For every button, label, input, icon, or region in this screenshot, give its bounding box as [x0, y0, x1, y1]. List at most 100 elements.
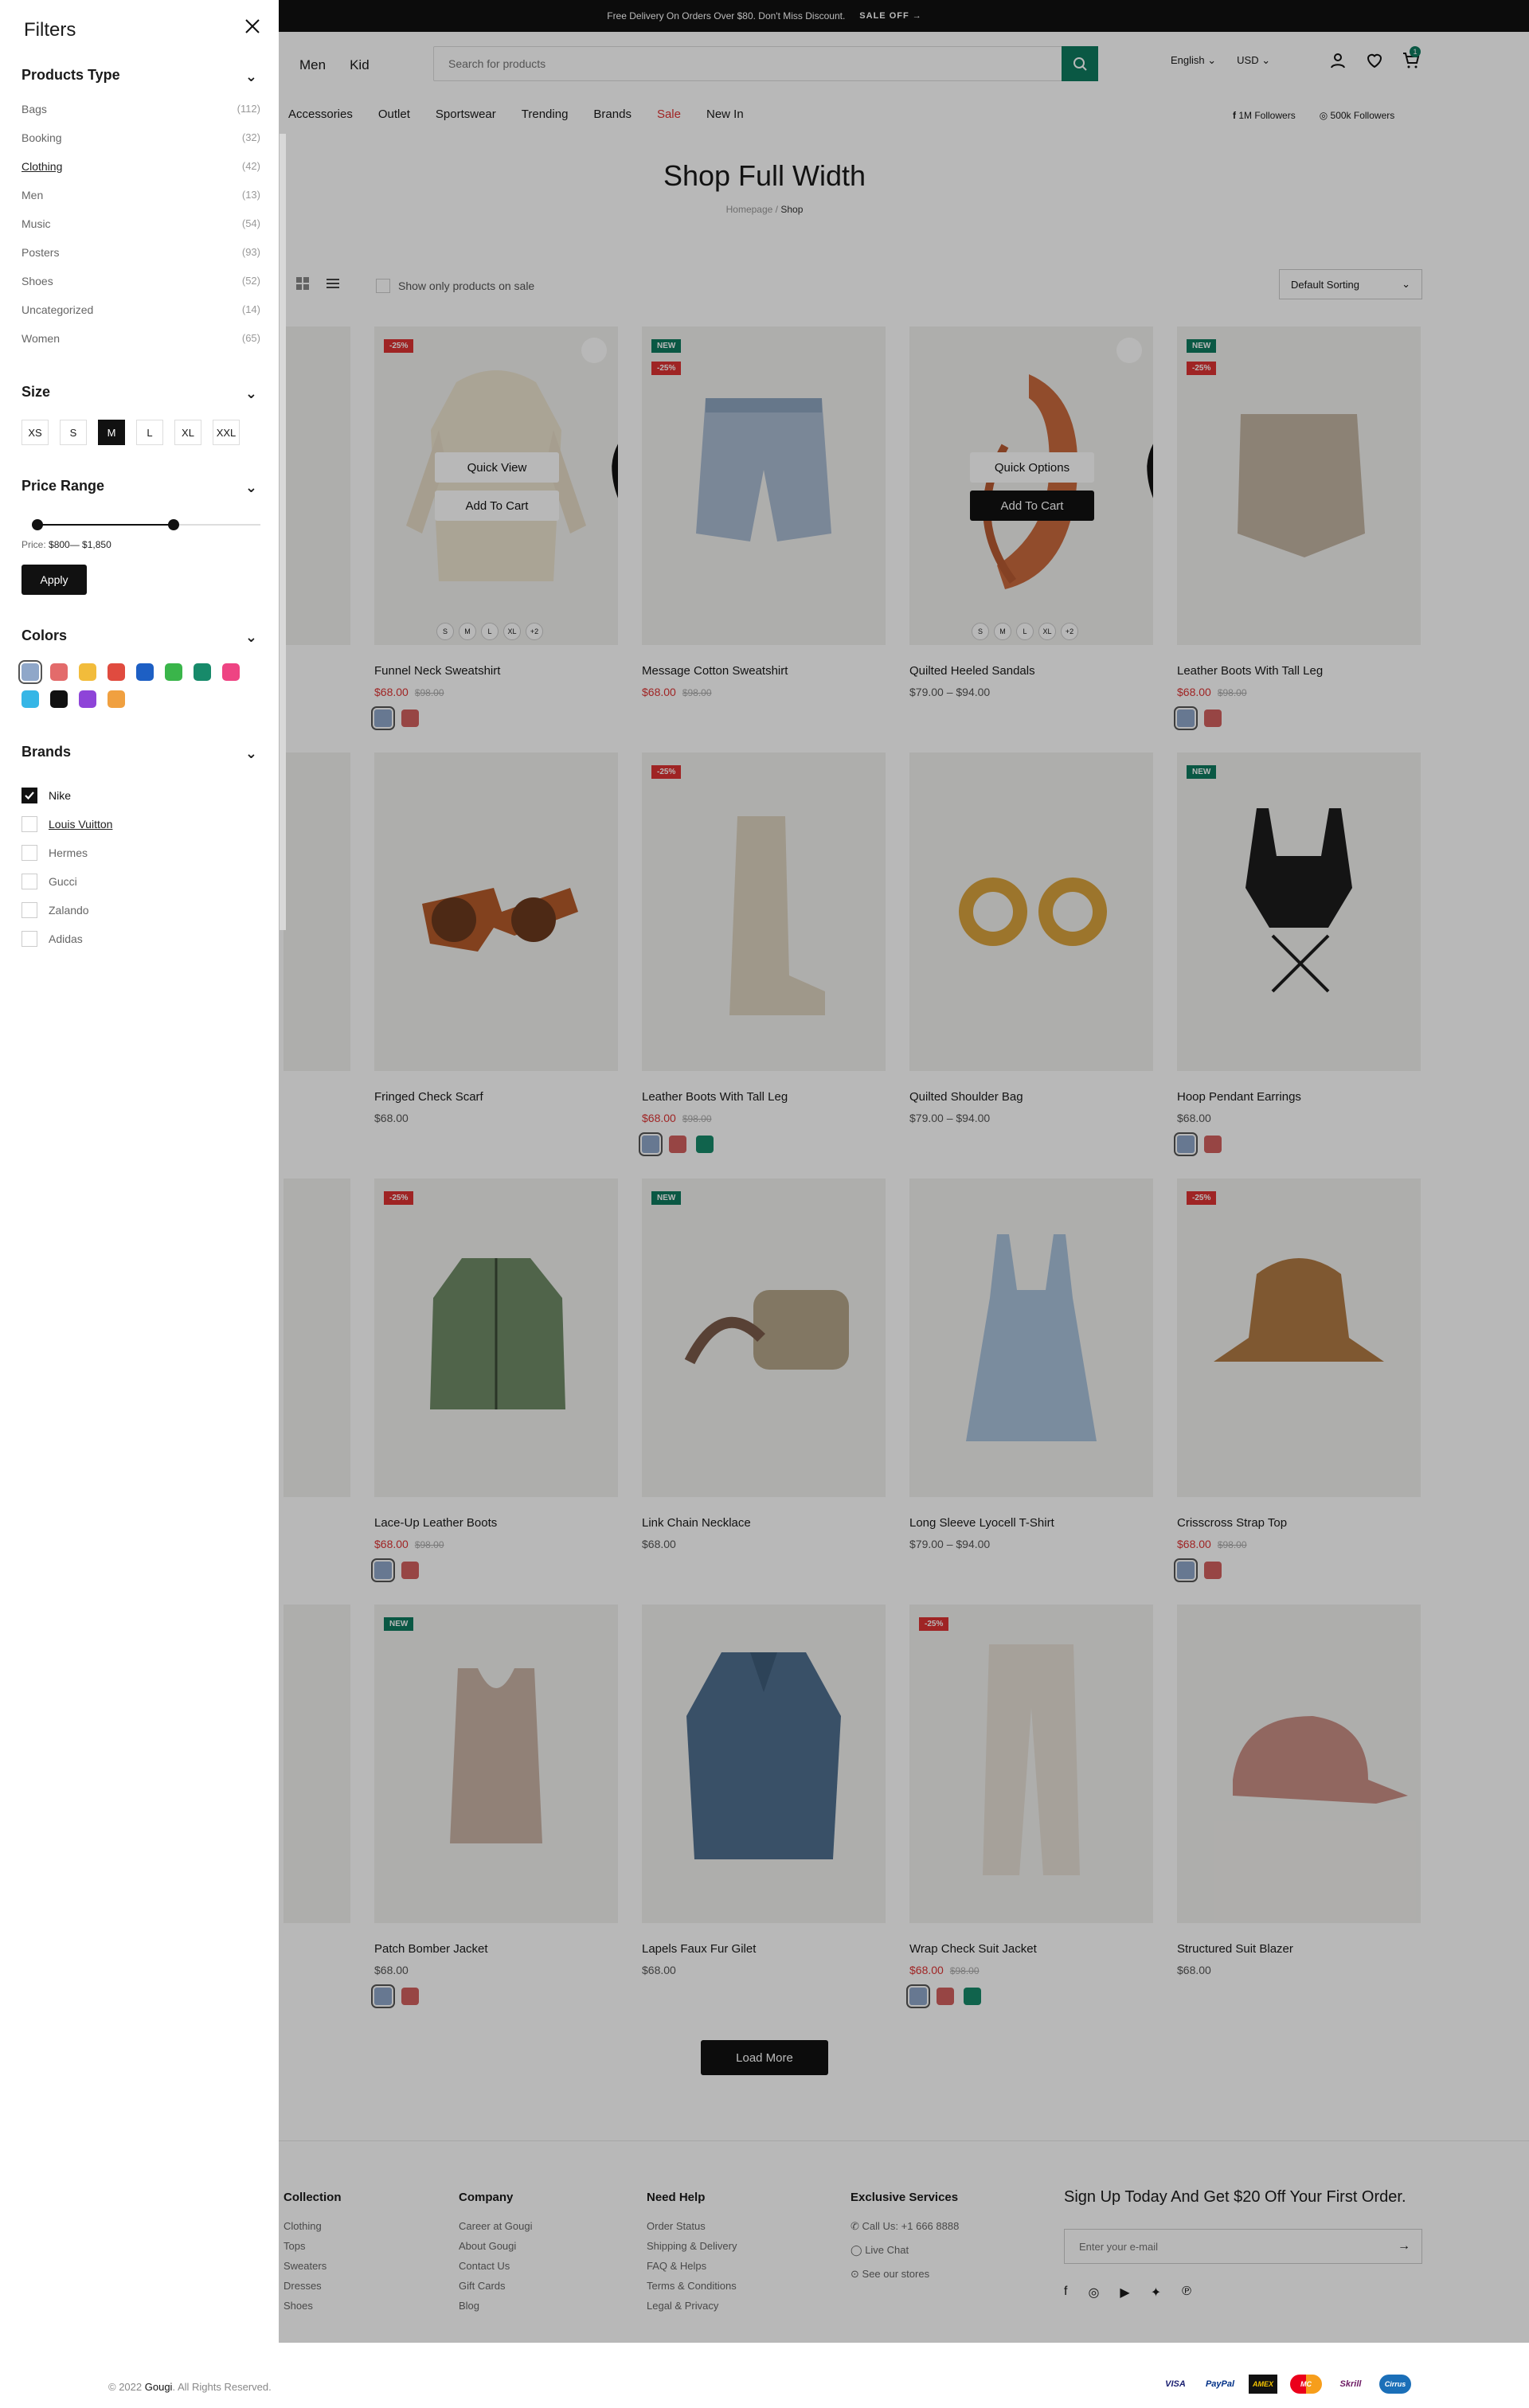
chevron-down-icon: ⌄ — [244, 68, 257, 84]
product-type-count: (13) — [241, 189, 260, 201]
price-label: Price: — [22, 539, 46, 550]
brand-list: Nike Louis Vuitton Hermes Gucci Zalando Adida… — [22, 781, 260, 953]
product-type-item[interactable]: Clothing (42) — [22, 160, 260, 189]
product-type-item[interactable]: Booking (32) — [22, 131, 260, 160]
filter-price-range: Price Range ⌄ Price: $800— $1,850 Apply — [22, 478, 260, 595]
size-option[interactable]: S — [60, 420, 87, 445]
brand-checkbox[interactable] — [22, 788, 37, 803]
brand-checkbox[interactable] — [22, 816, 37, 832]
color-swatch[interactable] — [136, 663, 154, 681]
size-option[interactable]: XXL — [213, 420, 240, 445]
slider-fill — [37, 524, 174, 526]
brand-item[interactable]: Hermes — [22, 838, 260, 867]
apply-button[interactable]: Apply — [22, 565, 87, 595]
color-swatches — [18, 660, 260, 708]
price-slider[interactable] — [22, 517, 260, 533]
chevron-down-icon: ⌄ — [244, 385, 257, 401]
price-range-title: Price Range — [22, 478, 105, 494]
chevron-down-icon: ⌄ — [244, 629, 257, 645]
product-type-label: Men — [22, 189, 44, 201]
size-title: Size — [22, 384, 51, 400]
product-type-item[interactable]: Shoes (52) — [22, 275, 260, 303]
copyright: © 2022 Gougi. All Rights Reserved. — [108, 2381, 272, 2393]
skrill-icon: Skrill — [1339, 2379, 1362, 2389]
footer-bottom: © 2022 Gougi. All Rights Reserved. VISA … — [0, 2343, 1529, 2408]
size-option[interactable]: XL — [174, 420, 201, 445]
brand-checkbox[interactable] — [22, 931, 37, 947]
color-swatch[interactable] — [108, 663, 125, 681]
product-type-count: (93) — [241, 246, 260, 258]
size-options: XS S M L XL XXL — [22, 420, 260, 445]
product-type-item[interactable]: Bags (112) — [22, 103, 260, 131]
product-type-label: Music — [22, 217, 51, 230]
product-type-count: (52) — [241, 275, 260, 287]
slider-min-handle[interactable] — [32, 519, 43, 530]
product-type-label: Booking — [22, 131, 62, 144]
amex-icon: AMEX — [1249, 2375, 1277, 2394]
cirrus-icon: Cirrus — [1379, 2375, 1411, 2394]
product-type-label: Clothing — [22, 160, 63, 173]
brand-checkbox[interactable] — [22, 845, 37, 861]
size-option[interactable]: M — [98, 420, 125, 445]
visa-icon: VISA — [1165, 2379, 1186, 2389]
brand-label: Zalando — [49, 904, 89, 917]
brands-title: Brands — [22, 744, 72, 760]
size-option[interactable]: XS — [22, 420, 49, 445]
product-type-item[interactable]: Uncategorized (14) — [22, 303, 260, 332]
product-type-count: (65) — [241, 332, 260, 344]
product-type-item[interactable]: Music (54) — [22, 217, 260, 246]
price-range-header[interactable]: Price Range ⌄ — [22, 478, 260, 495]
brand-item[interactable]: Adidas — [22, 924, 260, 953]
color-swatch[interactable] — [18, 660, 42, 684]
color-swatch[interactable] — [22, 690, 39, 708]
color-swatch[interactable] — [165, 663, 182, 681]
products-type-list: Bags (112) Booking (32) Clothing (42) Men (13) M… — [22, 103, 260, 361]
color-swatch[interactable] — [50, 663, 68, 681]
slider-max-handle[interactable] — [167, 519, 179, 530]
product-type-count: (14) — [241, 303, 260, 315]
brand-item[interactable]: Gucci — [22, 867, 260, 896]
chevron-down-icon: ⌄ — [244, 745, 257, 761]
payment-methods: VISA PayPal AMEX MC Skrill Cirrus — [1159, 2375, 1411, 2394]
brand-label: Hermes — [49, 846, 88, 859]
product-type-item[interactable]: Women (65) — [22, 332, 260, 361]
filter-size: Size ⌄ XS S M L XL XXL — [22, 384, 260, 445]
product-type-label: Uncategorized — [22, 303, 94, 316]
size-option[interactable]: L — [136, 420, 163, 445]
color-swatch[interactable] — [194, 663, 211, 681]
product-type-item[interactable]: Posters (93) — [22, 246, 260, 275]
filter-brands: Brands ⌄ Nike Louis Vuitton Hermes Gucci Zala… — [22, 744, 260, 953]
product-type-count: (54) — [241, 217, 260, 229]
color-swatch[interactable] — [79, 663, 96, 681]
product-type-label: Posters — [22, 246, 60, 259]
size-header[interactable]: Size ⌄ — [22, 384, 260, 401]
brands-header[interactable]: Brands ⌄ — [22, 744, 260, 761]
brand-label: Louis Vuitton — [49, 818, 113, 831]
products-type-header[interactable]: Products Type ⌄ — [22, 67, 260, 84]
brand-item[interactable]: Louis Vuitton — [22, 810, 260, 838]
price-readout: Price: $800— $1,850 — [22, 539, 260, 550]
products-type-title: Products Type — [22, 67, 120, 83]
brand-checkbox[interactable] — [22, 902, 37, 918]
colors-header[interactable]: Colors ⌄ — [22, 627, 260, 645]
brand-label: Adidas — [49, 932, 83, 945]
drawer-scrollbar[interactable] — [280, 134, 286, 930]
brand-checkbox[interactable] — [22, 874, 37, 889]
chevron-down-icon: ⌄ — [244, 479, 257, 495]
check-icon — [25, 792, 34, 800]
filter-products-type: Products Type ⌄ Bags (112) Booking (32) Cloth… — [22, 67, 260, 361]
product-type-label: Bags — [22, 103, 47, 115]
copyright-suffix: . All Rights Reserved. — [172, 2381, 272, 2393]
color-swatch[interactable] — [79, 690, 96, 708]
close-icon[interactable] — [240, 14, 264, 38]
brand-item[interactable]: Zalando — [22, 896, 260, 924]
colors-title: Colors — [22, 627, 68, 643]
color-swatch[interactable] — [222, 663, 240, 681]
copyright-year: © 2022 — [108, 2381, 143, 2393]
brand-item[interactable]: Nike — [22, 781, 260, 810]
product-type-label: Shoes — [22, 275, 53, 287]
color-swatch[interactable] — [50, 690, 68, 708]
brand-label: Gucci — [49, 875, 77, 888]
color-swatch[interactable] — [108, 690, 125, 708]
product-type-item[interactable]: Men (13) — [22, 189, 260, 217]
